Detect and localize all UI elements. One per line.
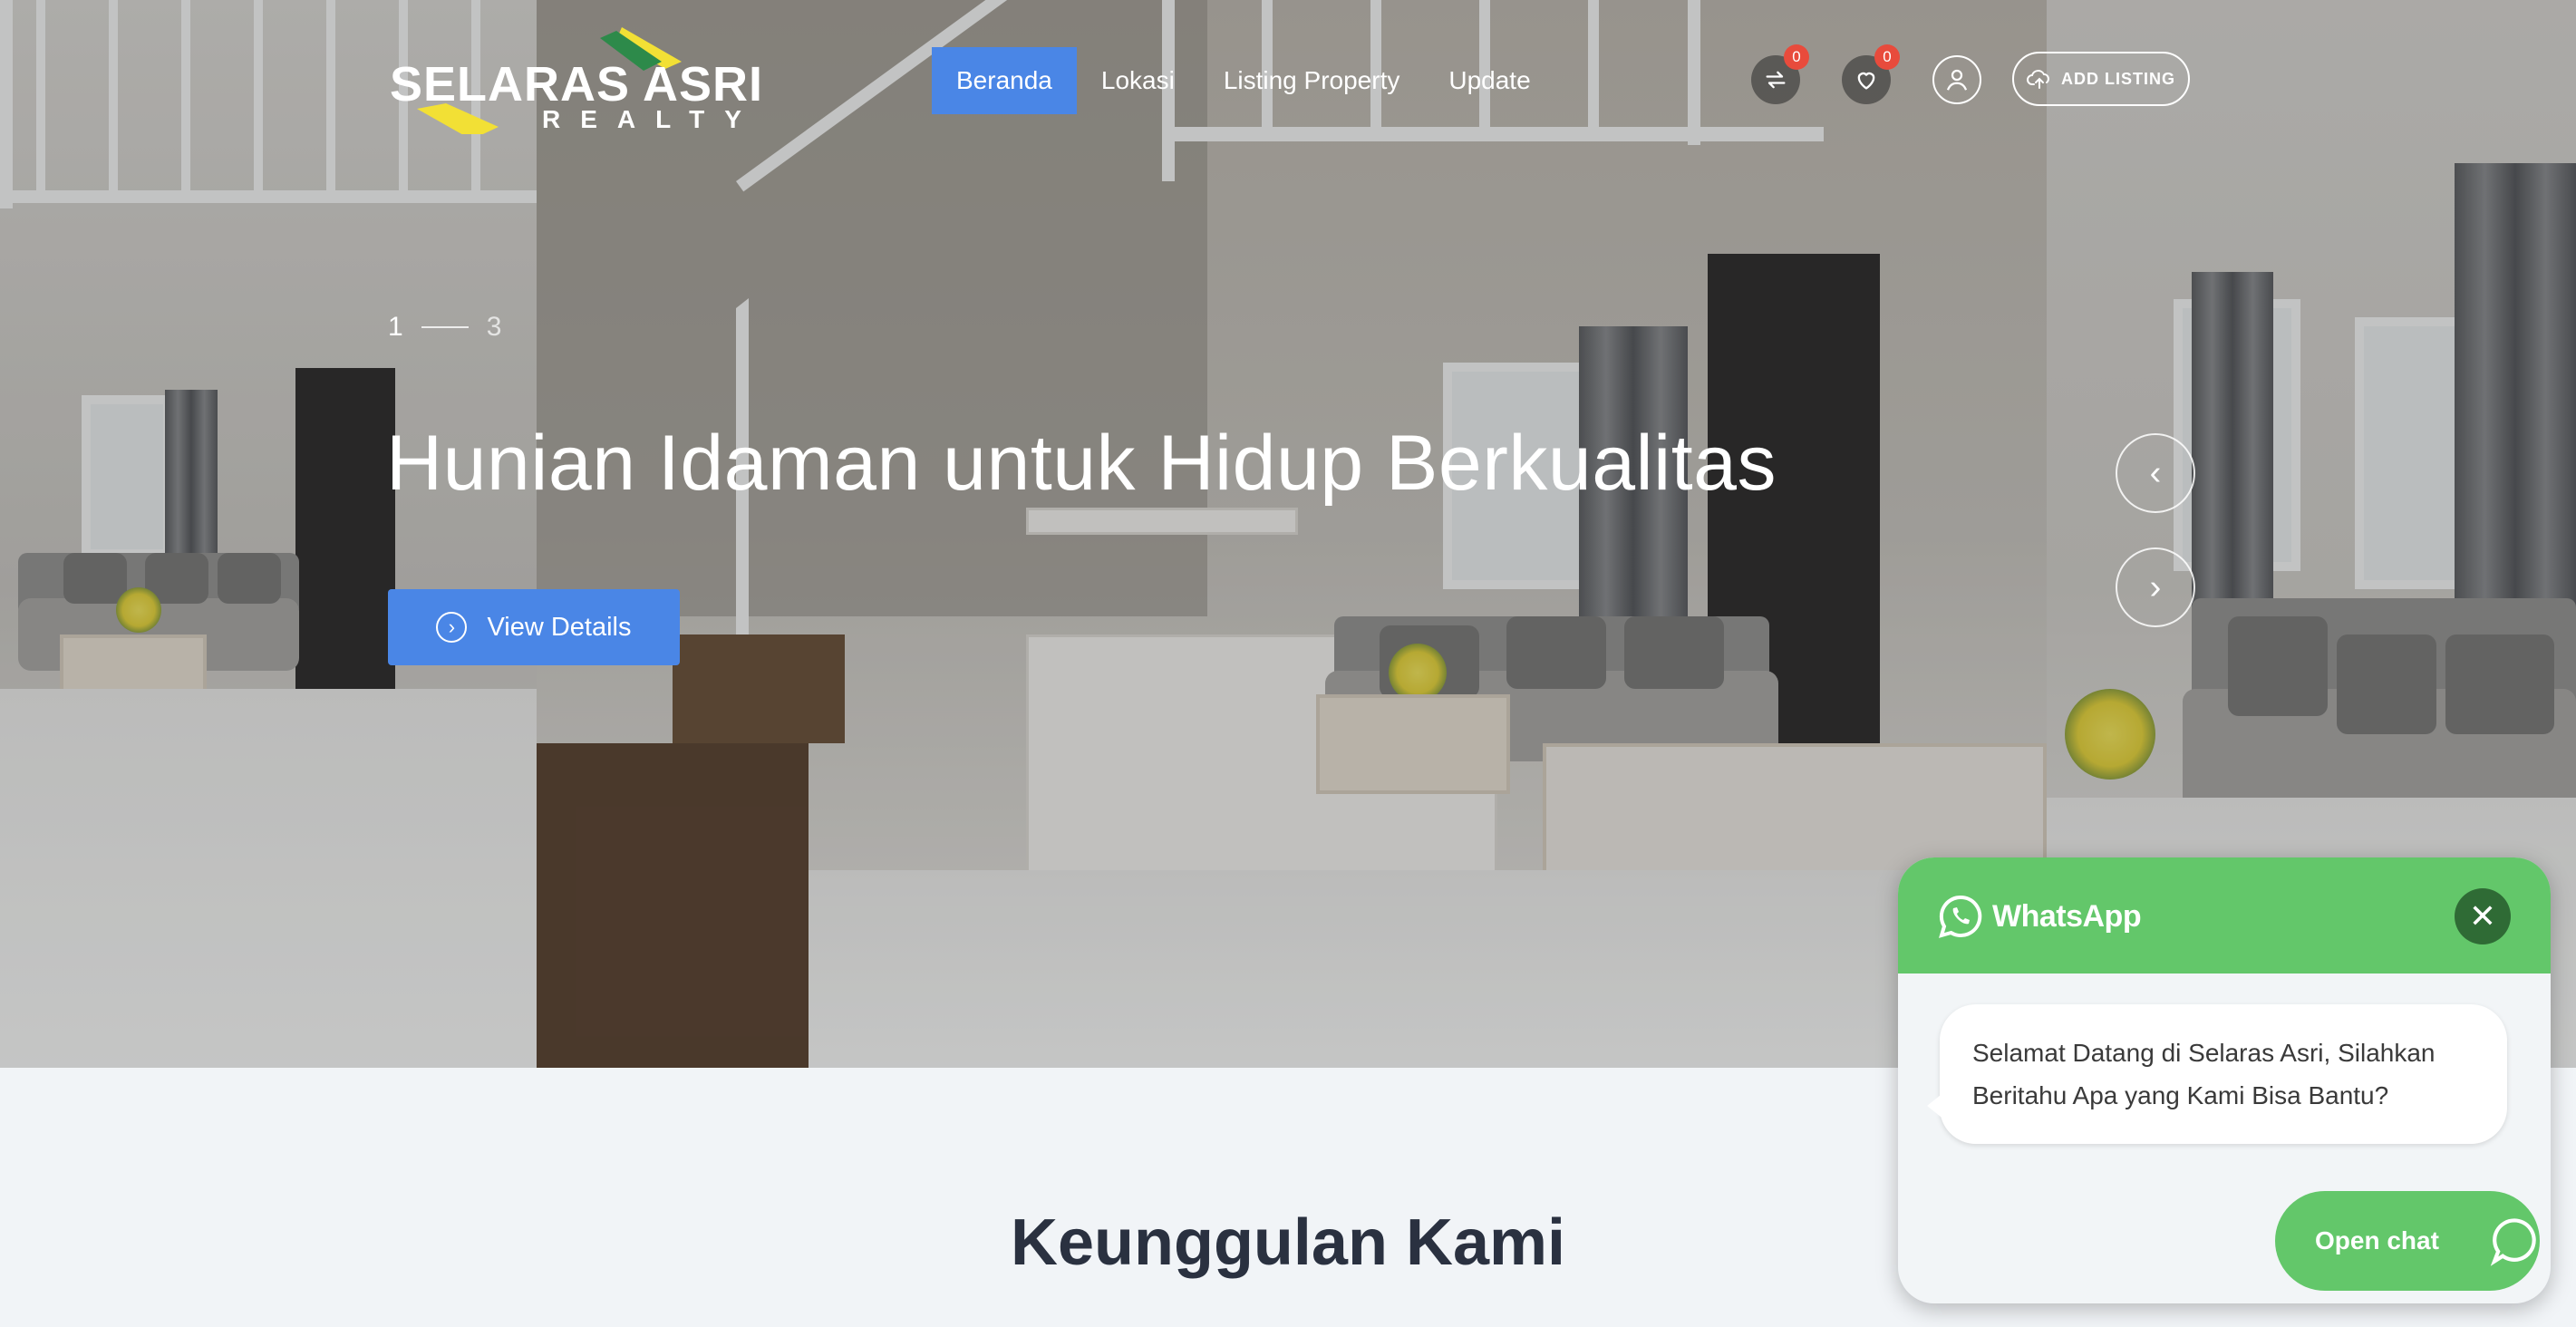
compare-arrows-icon — [1766, 71, 1786, 89]
whatsapp-brand-label: WhatsApp — [1992, 898, 2142, 934]
nav-item-beranda[interactable]: Beranda — [932, 47, 1077, 114]
slide-counter: 1 3 — [388, 312, 501, 343]
compare-count-badge: 0 — [1784, 44, 1809, 70]
slider-next-button[interactable]: › — [2116, 547, 2195, 627]
account-button[interactable] — [1932, 55, 1981, 104]
favorites-count-badge: 0 — [1874, 44, 1900, 70]
add-listing-label: ADD LISTING — [2061, 69, 2175, 88]
view-details-label: View Details — [487, 612, 632, 642]
nav-item-listing-property[interactable]: Listing Property — [1199, 47, 1425, 114]
slider-prev-button[interactable]: ‹ — [2116, 433, 2195, 513]
open-chat-label: Open chat — [2315, 1226, 2439, 1254]
site-logo[interactable]: SELARAS ASRI REALTY — [390, 25, 762, 134]
add-listing-button[interactable]: ADD LISTING — [2012, 52, 2190, 106]
slide-current: 1 — [388, 312, 403, 342]
favorites-button[interactable]: 0 — [1842, 44, 1900, 104]
chevron-left-icon: ‹ — [2149, 453, 2162, 492]
whatsapp-widget: WhatsApp ✕ Selamat Datang di Selaras Asr… — [1898, 857, 2551, 1303]
cloud-upload-icon — [2027, 70, 2049, 89]
compare-button[interactable]: 0 — [1751, 44, 1809, 104]
nav-item-lokasi[interactable]: Lokasi — [1077, 47, 1199, 114]
whatsapp-message-bubble: Selamat Datang di Selaras Asri, Silahkan… — [1927, 1004, 2507, 1144]
whatsapp-close-button[interactable]: ✕ — [2455, 888, 2511, 944]
logo-tagline: REALTY — [542, 105, 761, 133]
nav-item-update[interactable]: Update — [1424, 47, 1554, 114]
hero-title: Hunian Idaman untuk Hidup Berkualitas — [386, 420, 1777, 507]
chat-bubble-icon — [2490, 1218, 2536, 1266]
chevron-right-icon: › — [2149, 567, 2162, 606]
view-details-button[interactable]: › View Details — [388, 589, 680, 665]
whatsapp-logo: WhatsApp — [1938, 894, 2142, 939]
close-icon: ✕ — [2468, 897, 2497, 935]
main-nav: Beranda Lokasi Listing Property Update — [932, 47, 1555, 114]
whatsapp-open-chat-button[interactable]: Open chat — [2275, 1191, 2540, 1291]
whatsapp-header: WhatsApp ✕ — [1898, 857, 2551, 973]
slide-total: 3 — [486, 312, 502, 342]
user-icon — [1946, 69, 1968, 91]
circle-chevron-right-icon: › — [436, 612, 468, 643]
slide-counter-divider — [421, 326, 469, 328]
whatsapp-icon — [1939, 895, 1982, 938]
logo-title: SELARAS ASRI — [390, 57, 764, 111]
heart-icon — [1857, 72, 1875, 90]
